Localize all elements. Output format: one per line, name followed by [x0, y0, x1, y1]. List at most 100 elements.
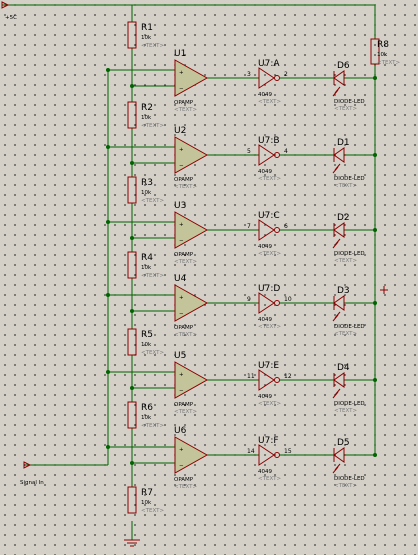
inversion-bubble-icon — [274, 227, 280, 233]
resistor-text: <TEXT> — [377, 60, 400, 66]
junction-dot — [130, 161, 134, 165]
junction-dot — [106, 293, 110, 297]
inverter-pin-in: 7 — [247, 223, 251, 230]
led-ref: D3 — [337, 286, 350, 296]
inverter-part: 4049 — [258, 244, 272, 250]
inverter-u7-d[interactable]: U7:D 4049<TEXT> 9 10 — [247, 284, 292, 330]
inverter-pin-out: 6 — [284, 223, 288, 230]
opamp-ref: U4 — [174, 274, 187, 284]
led-d2[interactable]: D2 DIODE-LED<TEXT> — [332, 213, 365, 264]
opamp-type: OPAMP — [174, 100, 194, 106]
crosshair-cursor-icon — [380, 286, 388, 294]
resistor-ref: R4 — [141, 253, 153, 263]
inverting-input-wire — [131, 457, 175, 464]
led-text: <TEXT> — [334, 106, 357, 112]
inverter-u7-a[interactable]: U7:A 4049<TEXT> 3 2 — [247, 59, 288, 105]
resistor-body — [127, 21, 137, 49]
inverter-text: <TEXT> — [258, 324, 281, 330]
inverter-body — [258, 444, 275, 466]
inverter-text: <TEXT> — [258, 251, 281, 257]
led-d3[interactable]: D3 DIODE-LED<TEXT> — [332, 286, 365, 337]
inversion-bubble-icon — [274, 75, 280, 81]
resistor-text: <TEXT> — [141, 198, 164, 204]
led-ref: D1 — [337, 138, 350, 148]
opamp-text: <TEXT> — [174, 484, 197, 490]
led-text: <TEXT> — [334, 331, 357, 337]
plus-sign: + — [179, 295, 184, 301]
resistor-2[interactable]: R2 10k <TEXT> — [127, 101, 164, 129]
opamp-ref: U6 — [174, 426, 187, 436]
resistor-7[interactable]: R7 10k <TEXT> — [127, 486, 164, 514]
junction-dot — [373, 153, 377, 157]
resistor-1[interactable]: R1 10k <TEXT> — [127, 21, 164, 49]
resistor-ref: R2 — [141, 103, 153, 113]
resistor-text: <TEXT> — [141, 123, 164, 129]
opamp-u3[interactable]: + − U3 OPAMP<TEXT> — [174, 201, 209, 265]
inverter-u7-f[interactable]: U7:F 4049<TEXT> 14 15 — [247, 436, 292, 482]
minus-sign: − — [179, 388, 184, 394]
minus-sign: − — [179, 463, 184, 469]
inverter-u7-b[interactable]: U7:B 4049<TEXT> 5 4 — [247, 136, 288, 182]
resistor-6[interactable]: R6 10k <TEXT> — [127, 401, 164, 429]
resistor-value: 10k — [377, 52, 388, 58]
plus-sign: + — [179, 147, 184, 153]
inverter-ref: U7:E — [258, 361, 279, 371]
schematic-canvas[interactable]: +5C Signal In R1 10k <TEXT> R2 10k <TEXT> R3 10k <… — [0, 0, 418, 555]
led-type: DIODE-LED — [334, 324, 365, 330]
inversion-bubble-icon — [274, 377, 280, 383]
inverter-pin-in: 14 — [247, 448, 255, 455]
opamp-type: OPAMP — [174, 477, 194, 483]
inverter-u7-e[interactable]: U7:E 4049<TEXT> 11 12 — [247, 361, 292, 407]
inverter-text: <TEXT> — [258, 99, 281, 105]
junction-dot — [373, 76, 377, 80]
inverter-pin-in: 5 — [247, 148, 251, 155]
opamp-text: <TEXT> — [174, 409, 197, 415]
led-d6[interactable]: D6 DIODE-LED<TEXT> — [332, 61, 365, 112]
circuit-diagram: +5C Signal In R1 10k <TEXT> R2 10k <TEXT> R3 10k <… — [1, 1, 400, 547]
opamp-u1[interactable]: + − U1 OPAMP<TEXT> — [174, 49, 209, 113]
junction-dot — [130, 309, 134, 313]
inverting-input-wire — [131, 152, 175, 164]
minus-sign: − — [179, 163, 184, 169]
led-type: DIODE-LED — [334, 401, 365, 407]
resistor-value: 10k — [141, 342, 152, 348]
inverter-body — [258, 369, 275, 391]
opamp-text: <TEXT> — [174, 259, 197, 265]
opamp-u4[interactable]: + − U4 OPAMP<TEXT> — [174, 274, 209, 338]
inverter-body — [258, 219, 275, 241]
inverter-u7-c[interactable]: U7:C 4049<TEXT> 7 6 — [247, 211, 288, 257]
led-triangle — [333, 447, 345, 463]
led-light-arrow-icon — [332, 388, 341, 399]
inverter-part: 4049 — [258, 92, 272, 98]
led-light-arrow-icon — [332, 163, 341, 174]
resistor-r8[interactable]: R8 10k <TEXT> — [370, 38, 400, 66]
led-triangle — [333, 295, 345, 311]
led-d5[interactable]: D5 DIODE-LED<TEXT> — [332, 438, 365, 489]
resistor-ref: R8 — [377, 40, 389, 50]
opamp-text: <TEXT> — [174, 332, 197, 338]
resistor-body — [127, 328, 137, 356]
led-ref: D2 — [337, 213, 350, 223]
opamp-u6[interactable]: + − U6 OPAMP<TEXT> — [174, 426, 209, 490]
inverter-pin-out: 4 — [284, 148, 288, 155]
opamp-u5[interactable]: + − U5 OPAMP<TEXT> — [174, 351, 209, 415]
junction-dot — [373, 378, 377, 382]
plus-sign: + — [179, 222, 184, 228]
opamp-u2[interactable]: + − U2 OPAMP<TEXT> — [174, 126, 209, 190]
resistor-3[interactable]: R3 10k <TEXT> — [127, 176, 164, 204]
resistor-body — [127, 486, 137, 514]
led-d4[interactable]: D4 DIODE-LED<TEXT> — [332, 363, 365, 414]
junction-dot — [373, 301, 377, 305]
opamp-type: OPAMP — [174, 177, 194, 183]
led-d1[interactable]: D1 DIODE-LED<TEXT> — [332, 138, 365, 189]
resistor-text: <TEXT> — [141, 508, 164, 514]
led-light-arrow-icon — [332, 463, 341, 474]
resistor-4[interactable]: R4 10k <TEXT> — [127, 251, 164, 279]
led-type: DIODE-LED — [334, 251, 365, 257]
plus-sign: + — [179, 70, 184, 76]
minus-sign: − — [179, 86, 184, 92]
inverter-pin-in: 3 — [247, 71, 251, 78]
led-triangle — [333, 147, 345, 163]
resistor-ref: R1 — [141, 23, 153, 33]
resistor-5[interactable]: R5 10k <TEXT> — [127, 328, 164, 356]
